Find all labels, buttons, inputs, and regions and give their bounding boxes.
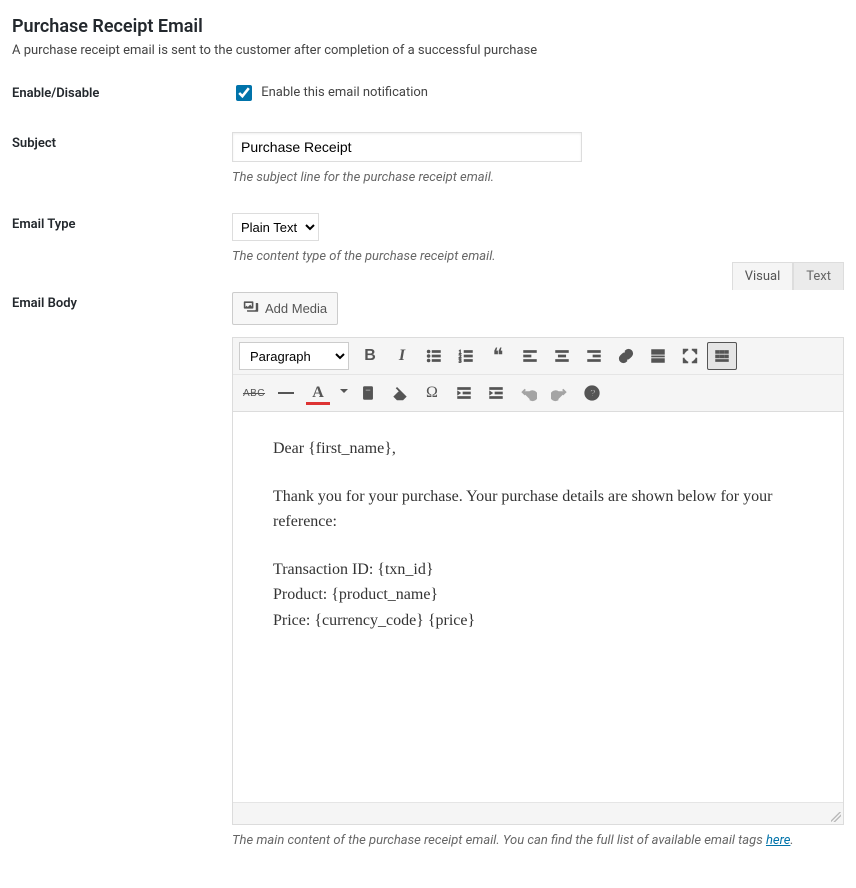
- help-button[interactable]: ?: [577, 379, 607, 407]
- svg-text:T: T: [366, 390, 371, 399]
- row-enable: Enable/Disable Enable this email notific…: [12, 82, 844, 104]
- body-paragraph: Thank you for your purchase. Your purcha…: [273, 484, 803, 535]
- strikethrough-button[interactable]: ABC: [239, 379, 269, 407]
- page-description: A purchase receipt email is sent to the …: [12, 43, 844, 58]
- link-button[interactable]: [611, 342, 641, 370]
- subject-input[interactable]: [232, 132, 582, 162]
- fullscreen-button[interactable]: [675, 342, 705, 370]
- format-select[interactable]: Paragraph: [239, 342, 349, 370]
- editor-container: Paragraph B I 123 ❝ ABC A: [232, 337, 844, 825]
- page-title: Purchase Receipt Email: [12, 16, 844, 37]
- bold-button[interactable]: B: [355, 342, 385, 370]
- row-email-body: Email Body Add Media Visual Text Paragra…: [12, 292, 844, 848]
- blockquote-button[interactable]: ❝: [483, 342, 513, 370]
- row-email-type: Email Type Plain Text The content type o…: [12, 213, 844, 264]
- email-tags-link[interactable]: here: [766, 833, 790, 848]
- special-char-button[interactable]: Ω: [417, 379, 447, 407]
- editor-content[interactable]: Dear {first_name}, Thank you for your pu…: [233, 412, 843, 802]
- add-media-button[interactable]: Add Media: [232, 292, 338, 325]
- enable-checkbox[interactable]: [236, 85, 252, 101]
- hr-button[interactable]: [271, 379, 301, 407]
- bullet-list-button[interactable]: [419, 342, 449, 370]
- editor-statusbar: [233, 802, 843, 824]
- outdent-button[interactable]: [449, 379, 479, 407]
- align-left-button[interactable]: [515, 342, 545, 370]
- paste-text-button[interactable]: T: [353, 379, 383, 407]
- body-paragraph: Transaction ID: {txn_id} Product: {produ…: [273, 557, 803, 634]
- indent-button[interactable]: [481, 379, 511, 407]
- email-body-label: Email Body: [12, 292, 232, 311]
- svg-text:3: 3: [459, 358, 462, 364]
- undo-button[interactable]: [513, 379, 543, 407]
- text-color-dropdown[interactable]: [335, 379, 351, 407]
- align-center-button[interactable]: [547, 342, 577, 370]
- tab-text[interactable]: Text: [793, 262, 844, 290]
- editor-toolbar-1: Paragraph B I 123 ❝: [233, 338, 843, 375]
- redo-button[interactable]: [545, 379, 575, 407]
- add-media-label: Add Media: [265, 301, 327, 316]
- clear-formatting-button[interactable]: [385, 379, 415, 407]
- subject-help: The subject line for the purchase receip…: [232, 170, 844, 185]
- subject-label: Subject: [12, 132, 232, 151]
- tab-visual[interactable]: Visual: [732, 262, 794, 290]
- enable-checkbox-label: Enable this email notification: [261, 86, 428, 101]
- body-paragraph: Dear {first_name},: [273, 436, 803, 462]
- toolbar-toggle-button[interactable]: [707, 342, 737, 370]
- enable-label: Enable/Disable: [12, 82, 232, 101]
- enable-checkbox-wrap[interactable]: Enable this email notification: [232, 85, 428, 100]
- email-body-help: The main content of the purchase receipt…: [232, 833, 844, 848]
- text-color-button[interactable]: A: [303, 379, 333, 407]
- svg-text:?: ?: [590, 389, 596, 400]
- read-more-button[interactable]: [643, 342, 673, 370]
- italic-button[interactable]: I: [387, 342, 417, 370]
- number-list-button[interactable]: 123: [451, 342, 481, 370]
- editor-toolbar-2: ABC A T Ω ?: [233, 375, 843, 412]
- row-subject: Subject The subject line for the purchas…: [12, 132, 844, 185]
- media-icon: [243, 299, 259, 318]
- align-right-button[interactable]: [579, 342, 609, 370]
- email-type-select[interactable]: Plain Text: [232, 213, 319, 241]
- email-type-label: Email Type: [12, 213, 232, 232]
